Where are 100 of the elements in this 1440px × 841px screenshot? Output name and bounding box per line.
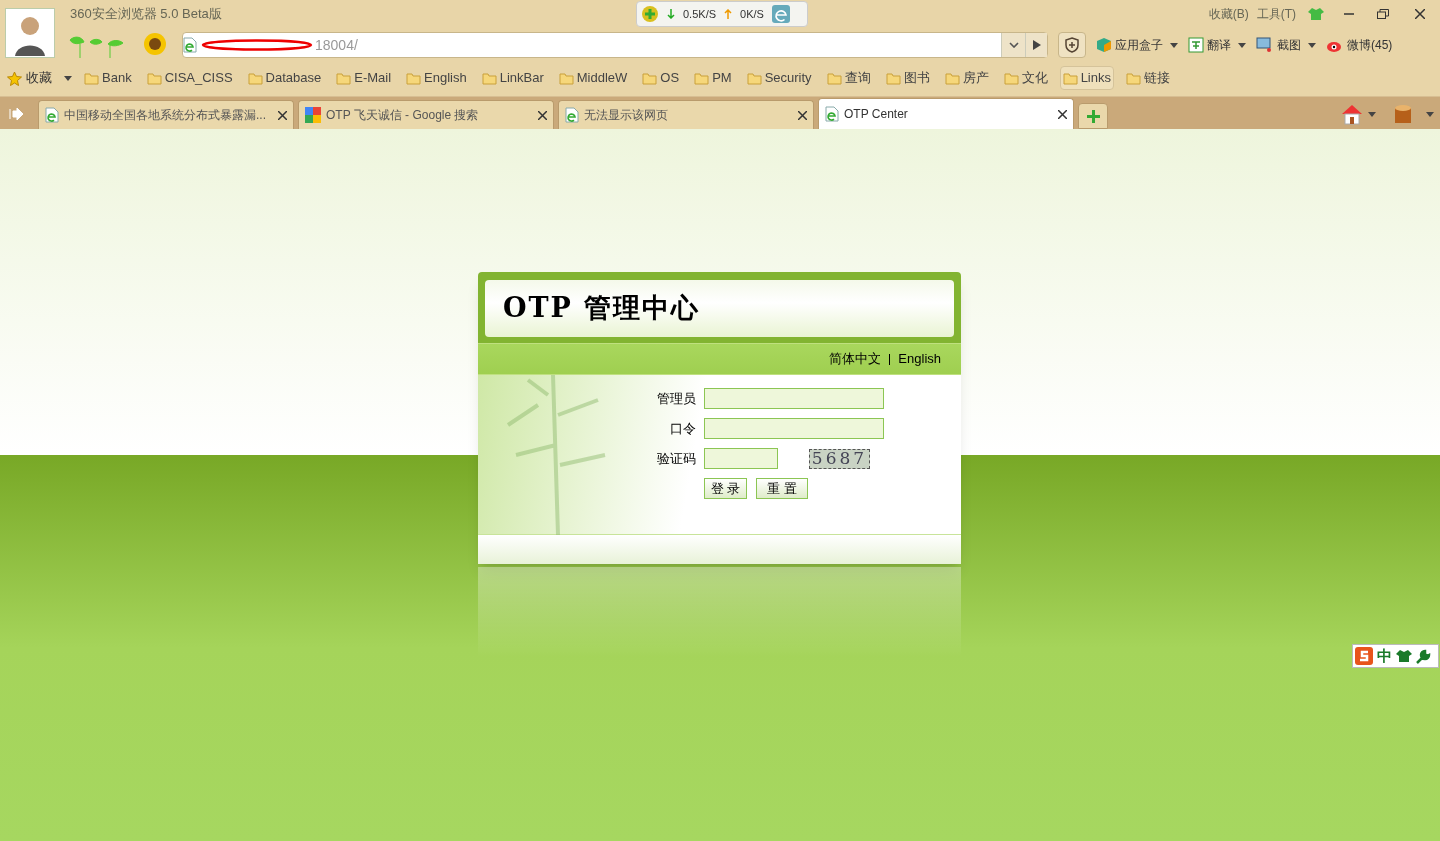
folder-icon xyxy=(247,71,263,85)
house-icon xyxy=(1340,103,1364,125)
ime-mode[interactable]: 中 xyxy=(1377,644,1392,668)
field-label: 管理员 xyxy=(656,389,696,408)
monitor-scissors-icon xyxy=(1256,37,1274,53)
go-button[interactable] xyxy=(1025,33,1047,57)
bookmark-item[interactable]: MiddleW xyxy=(555,66,631,90)
folder-icon xyxy=(146,71,162,85)
folder-icon xyxy=(1003,71,1019,85)
tab-title: OTP 飞天诚信 - Google 搜索 xyxy=(326,107,480,124)
up-arrow-icon xyxy=(724,9,733,19)
text-field[interactable] xyxy=(704,388,884,409)
close-icon[interactable] xyxy=(278,110,287,120)
form-button[interactable]: 登 录 xyxy=(704,478,747,499)
page-icon xyxy=(825,106,839,122)
caret-icon xyxy=(64,75,72,81)
wrench-icon[interactable] xyxy=(1416,648,1431,664)
folder-icon xyxy=(336,71,352,85)
caret-icon xyxy=(1368,111,1376,117)
bookmark-item[interactable]: 图书 xyxy=(882,66,933,90)
google-logo-icon xyxy=(305,107,321,123)
toolbar-button[interactable]: 微博(45) xyxy=(1326,36,1393,54)
upload-speed: 0K/S xyxy=(740,6,764,22)
folder-icon xyxy=(694,71,710,85)
login-title: OTP 管理中心 xyxy=(503,291,701,326)
avatar-silhouette-icon xyxy=(5,8,55,58)
folder-icon xyxy=(1062,71,1078,85)
bookmark-item[interactable]: PM xyxy=(691,66,735,90)
tab-title: OTP Center xyxy=(844,106,909,123)
browser-tab[interactable]: 无法显示该网页 xyxy=(558,100,814,129)
close-icon[interactable] xyxy=(1058,109,1067,119)
language-link[interactable]: English xyxy=(898,349,941,369)
text-field[interactable] xyxy=(704,418,884,439)
folder-icon xyxy=(1126,71,1141,85)
separator xyxy=(889,353,891,365)
language-link[interactable]: 简体中文 xyxy=(829,349,882,369)
ie-icon xyxy=(771,5,790,23)
menu-item[interactable]: 收藏(B) xyxy=(1204,5,1253,23)
browser-tab[interactable]: 中国移动全国各地系统分布式暴露漏... xyxy=(38,100,294,129)
favorites-button[interactable]: 收藏 xyxy=(7,68,72,88)
folder-icon xyxy=(642,71,658,85)
folder-icon xyxy=(84,71,99,85)
folder-icon xyxy=(558,71,574,85)
toolbar-button[interactable]: 截图 xyxy=(1256,36,1316,54)
browser-tab[interactable]: OTP Center xyxy=(818,98,1074,129)
folder-icon xyxy=(885,71,901,85)
bookmark-item[interactable]: 链接 xyxy=(1123,66,1173,90)
restore-icon xyxy=(1377,9,1389,19)
browser-title: 360安全浏览器 5.0 Beta版 xyxy=(70,5,223,24)
folder-icon xyxy=(746,71,762,85)
bookmark-item[interactable]: 房产 xyxy=(941,66,992,90)
page-icon xyxy=(565,107,579,123)
folder-icon xyxy=(406,71,422,85)
tree-stump-icon xyxy=(1392,104,1414,124)
bookmark-item[interactable]: E-Mail xyxy=(333,66,395,90)
play-icon xyxy=(1032,40,1041,50)
bookmark-item[interactable]: 查询 xyxy=(823,66,874,90)
address-text: 18004/ xyxy=(315,35,358,55)
bookmark-item[interactable]: 文化 xyxy=(1000,66,1051,90)
cube-icon xyxy=(1096,37,1112,53)
bookmark-item[interactable]: Database xyxy=(244,66,325,90)
translate-icon xyxy=(1188,37,1204,53)
captcha-image: 5687 xyxy=(809,448,870,469)
text-field[interactable] xyxy=(704,448,778,469)
shield-button[interactable] xyxy=(1058,32,1086,58)
minimize-icon xyxy=(1344,13,1354,15)
bookmark-item[interactable]: English xyxy=(403,66,470,90)
s-logo-icon xyxy=(1355,647,1373,665)
close-icon xyxy=(1415,9,1425,19)
page-icon xyxy=(45,107,59,123)
plus-circle-icon xyxy=(641,5,659,23)
menu-item[interactable]: 工具(T) xyxy=(1252,5,1300,23)
toolbar-button[interactable]: 翻译 xyxy=(1188,36,1246,54)
folder-icon xyxy=(944,71,960,85)
bookmark-item[interactable]: Security xyxy=(743,66,815,90)
tshirt-icon[interactable] xyxy=(1396,649,1412,663)
bookmark-item[interactable]: CISA_CISS xyxy=(143,66,236,90)
toolbar-button[interactable]: 应用盒子 xyxy=(1096,36,1178,54)
tab-title: 中国移动全国各地系统分布式暴露漏... xyxy=(64,107,267,124)
field-label: 验证码 xyxy=(656,449,696,468)
browser-tab[interactable]: OTP 飞天诚信 - Google 搜索 xyxy=(298,100,554,129)
download-speed: 0.5K/S xyxy=(683,6,717,22)
close-icon[interactable] xyxy=(798,110,807,120)
form-button[interactable]: 重 置 xyxy=(756,478,808,499)
arrow-right-icon xyxy=(9,108,23,120)
caret-icon xyxy=(1238,42,1246,48)
caret-icon xyxy=(1170,42,1178,48)
close-icon[interactable] xyxy=(538,110,547,120)
caret-icon xyxy=(1308,42,1316,48)
field-label: 口令 xyxy=(669,419,696,438)
chevron-down-icon xyxy=(1008,42,1019,48)
page-icon xyxy=(183,37,197,53)
shield-icon xyxy=(1064,37,1080,53)
folder-icon xyxy=(826,71,842,85)
bookmark-item[interactable]: LinkBar xyxy=(478,66,547,90)
down-arrow-icon xyxy=(667,9,675,19)
folder-icon xyxy=(481,71,497,85)
bookmark-item[interactable]: OS xyxy=(639,66,683,90)
bookmark-item[interactable]: Links xyxy=(1059,66,1114,90)
bookmark-item[interactable]: Bank xyxy=(81,66,135,90)
